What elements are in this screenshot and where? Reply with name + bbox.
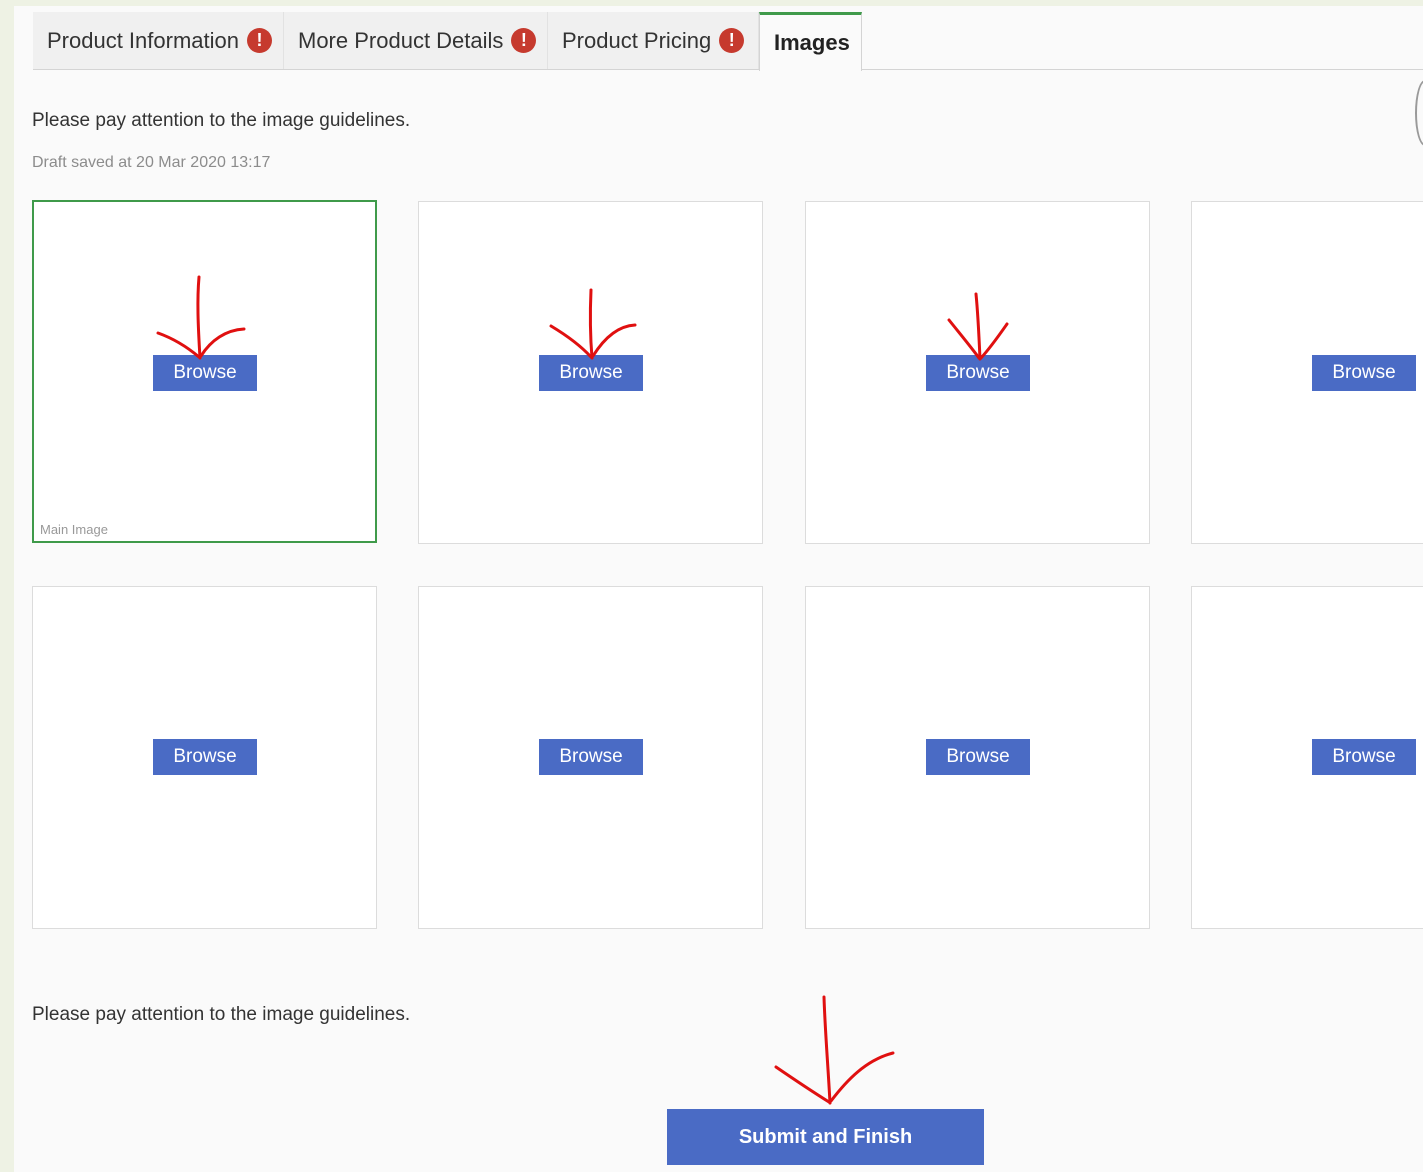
tab-label: Images	[774, 30, 850, 55]
warning-icon: !	[719, 28, 745, 53]
tab-more-product-details[interactable]: More Product Details !	[284, 12, 548, 69]
image-slot-main[interactable]: Browse Main Image	[32, 200, 377, 543]
draft-status: Draft saved at 20 Mar 2020 13:17	[32, 154, 271, 171]
tab-bar: Product Information ! More Product Detai…	[33, 12, 1423, 71]
tab-label: Product Information	[47, 27, 239, 53]
image-slot[interactable]: Browse	[418, 201, 763, 544]
browse-button[interactable]: Browse	[1312, 355, 1416, 391]
browse-button[interactable]: Browse	[926, 739, 1030, 775]
image-slot[interactable]: Browse	[805, 201, 1150, 544]
image-slot[interactable]: Browse	[418, 586, 763, 929]
browse-button[interactable]: Browse	[539, 355, 643, 391]
submit-and-finish-button[interactable]: Submit and Finish	[667, 1109, 984, 1165]
tab-label: More Product Details	[298, 27, 504, 53]
tab-product-information[interactable]: Product Information !	[33, 12, 284, 69]
browse-button[interactable]: Browse	[926, 355, 1030, 391]
browse-button[interactable]: Browse	[539, 739, 643, 775]
browse-button[interactable]: Browse	[153, 739, 257, 775]
image-slot[interactable]: Browse	[32, 586, 377, 929]
warning-icon: !	[511, 28, 537, 53]
tab-product-pricing[interactable]: Product Pricing !	[548, 12, 759, 69]
warning-icon: !	[246, 28, 272, 53]
tab-images[interactable]: Images	[759, 12, 862, 71]
image-slot[interactable]: Browse	[1191, 201, 1423, 544]
tab-label: Product Pricing	[562, 27, 712, 53]
browse-button[interactable]: Browse	[1312, 739, 1416, 775]
main-image-caption: Main Image	[40, 522, 114, 537]
guideline-text-top: Please pay attention to the image guidel…	[32, 110, 411, 131]
browse-button[interactable]: Browse	[153, 355, 257, 391]
image-slot[interactable]: Browse	[805, 586, 1150, 929]
image-slot[interactable]: Browse	[1191, 586, 1423, 929]
guideline-text-bottom: Please pay attention to the image guidel…	[32, 1004, 411, 1025]
